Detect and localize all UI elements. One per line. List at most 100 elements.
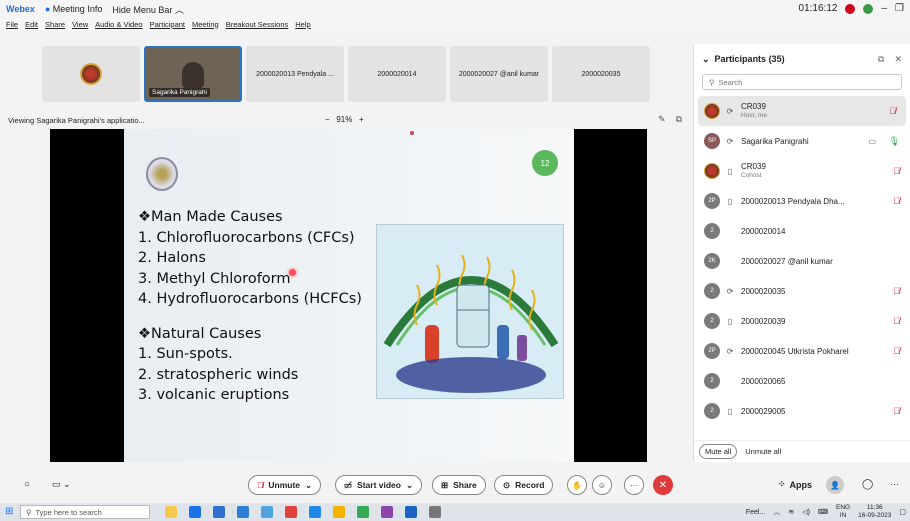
store-icon[interactable] [213, 506, 225, 518]
list-item[interactable]: 2P ▯ 2000020013 Pendyala Dha... 🎙̸ [694, 186, 910, 216]
muted-mic-icon[interactable]: 🎙̸ [893, 346, 900, 356]
participants-toggle-icon[interactable]: 👤 [826, 476, 844, 494]
menu-help[interactable]: Help [295, 20, 310, 29]
popout-panel-icon[interactable]: ⧉ [878, 54, 884, 65]
thumbnail-participant[interactable]: 2000020013 Pendyala ... [246, 46, 344, 102]
share-label: Share [453, 480, 477, 490]
participant-name: Sagarika Panigrahi [741, 136, 809, 146]
meeting-info-button[interactable]: ● Meeting Info [45, 4, 102, 14]
keyboard-icon[interactable]: ⌨ [818, 508, 828, 516]
edge-icon[interactable] [189, 506, 201, 518]
file-explorer-icon[interactable] [165, 506, 177, 518]
popout-icon[interactable]: ⧉ [676, 114, 682, 125]
zoom-control: − 91% + [325, 111, 364, 129]
more-options-icon[interactable]: ··· [624, 475, 644, 495]
title-bar: Webex ● Meeting Info Hide Menu Bar ︿ Fil… [0, 0, 910, 30]
reactions-icon[interactable]: ☺ [592, 475, 612, 495]
weather-feel[interactable]: Feel... [746, 509, 765, 516]
zoom-in-button[interactable]: + [359, 115, 364, 124]
tray-chevron-icon[interactable]: ︿ [773, 507, 780, 517]
thumbnail-participant[interactable]: 2000020027 @anil kumar [450, 46, 548, 102]
list-item[interactable]: 2P ⟳ 2000020045 Utkrista Pokharel 🎙̸ [694, 336, 910, 366]
participant-name: 2000020045 Utkrista Pokharel [741, 346, 849, 356]
webex-taskbar-icon[interactable] [405, 506, 417, 518]
start-video-button[interactable]: ▭̸ Start video ⌄ [335, 475, 423, 495]
list-item[interactable]: 2 ▯ 2000029005 🎙̸ [694, 396, 910, 426]
mic-device-icon: ⟳ [726, 286, 734, 296]
settings-icon[interactable] [429, 506, 441, 518]
menu-participant[interactable]: Participant [150, 20, 185, 29]
menu-file[interactable]: File [6, 20, 18, 29]
list-item[interactable]: 2 2000020065 [694, 366, 910, 396]
chat-icon[interactable]: ◯ [862, 479, 873, 490]
menu-edit[interactable]: Edit [25, 20, 38, 29]
list-item[interactable]: 2 2000020014 [694, 216, 910, 246]
university-emblem-icon [146, 157, 178, 191]
list-item[interactable]: ⟳ CR039 Host, me 🎙̸ [698, 96, 906, 126]
video-camera-icon: ▭ [868, 136, 876, 146]
unmute-all-button[interactable]: Unmute all [745, 447, 781, 456]
thumbnail-participant[interactable]: 2000020035 [552, 46, 650, 102]
language-indicator[interactable]: ENG IN [836, 504, 850, 520]
apps-button[interactable]: ⁘ Apps [778, 479, 812, 490]
menu-share[interactable]: Share [45, 20, 65, 29]
muted-mic-icon[interactable]: 🎙̸ [893, 196, 900, 206]
collapse-chevron-icon[interactable]: ⌄ [702, 54, 710, 65]
opera-icon[interactable] [285, 506, 297, 518]
list-item[interactable]: 2 ▯ 2000020039 🎙̸ [694, 306, 910, 336]
slide-line: 1. Sun-spots. [138, 346, 233, 362]
share-button[interactable]: ⊞ Share [432, 475, 486, 495]
chrome-icon[interactable] [357, 506, 369, 518]
zoom-out-button[interactable]: − [325, 115, 330, 124]
restore-icon[interactable]: ❐ [895, 3, 904, 14]
list-item[interactable]: 2 ⟳ 2000020035 🎙̸ [694, 276, 910, 306]
taskbar-search-input[interactable]: ⚲ Type here to search [20, 505, 150, 519]
list-item[interactable]: ▯ CR039 Cohost 🎙̸ [694, 156, 910, 186]
participant-name: 2000020035 [741, 286, 786, 296]
minimize-icon[interactable]: – [881, 3, 887, 14]
mail-icon[interactable] [237, 506, 249, 518]
hand-raise-icon[interactable]: ✋ [567, 475, 587, 495]
thumbnail-logo[interactable] [42, 46, 140, 102]
wifi-icon[interactable]: ≋ [788, 508, 794, 516]
taskbar-clock[interactable]: 11:36 16-09-2023 [858, 504, 891, 520]
apps-icon: ⁘ [778, 479, 786, 489]
unmuted-mic-icon[interactable]: 🎙 [889, 136, 900, 147]
mute-all-button[interactable]: Mute all [699, 444, 738, 459]
captions-icon[interactable]: ▭ ⌄ [52, 479, 71, 490]
gallery-icon[interactable] [381, 506, 393, 518]
telegram-icon[interactable] [309, 506, 321, 518]
list-item[interactable]: 2K 2000020027 @anil kumar [694, 246, 910, 276]
participant-search-input[interactable]: ⚲ Search [702, 74, 902, 90]
zoom-level[interactable]: 91% [336, 115, 352, 124]
system-tray: Feel... ︿ ≋ ◁) ⌨ ENG IN 11:36 16-09-2023 ▢ [746, 504, 906, 520]
leave-meeting-button[interactable]: ✕ [653, 475, 673, 495]
menu-meeting[interactable]: Meeting [192, 20, 219, 29]
notification-icon[interactable]: ▢ [899, 508, 906, 516]
thumbnail-participant[interactable]: 2000020014 [348, 46, 446, 102]
thumbnail-video[interactable]: Sagarika Panigrahi [144, 46, 242, 102]
annotate-icon[interactable]: ✎ [658, 114, 666, 125]
muted-mic-icon[interactable]: 🎙̸ [893, 316, 900, 326]
layout-icon[interactable]: ○ [24, 479, 30, 490]
list-item[interactable]: SP ⟳ Sagarika Panigrahi ▭ 🎙 [694, 126, 910, 156]
muted-mic-icon[interactable]: 🎙̸ [893, 406, 900, 416]
muted-mic-icon[interactable]: 🎙̸ [893, 166, 900, 176]
muted-mic-icon[interactable]: 🎙̸ [893, 286, 900, 296]
volume-icon[interactable]: ◁) [802, 508, 810, 516]
menu-breakout[interactable]: Breakout Sessions [226, 20, 289, 29]
hide-menu-button[interactable]: Hide Menu Bar ︿ [112, 3, 184, 16]
menu-audio-video[interactable]: Audio & Video [95, 20, 142, 29]
unmute-button[interactable]: 🎙̸ Unmute ⌄ [248, 475, 322, 495]
photos-icon[interactable] [261, 506, 273, 518]
meeting-info-label: Meeting Info [52, 4, 103, 14]
windows-start-icon[interactable]: ⊞ [5, 506, 13, 517]
mic-device-icon: ⟳ [726, 136, 734, 146]
participant-name: 2000020014 [741, 226, 786, 236]
files-icon[interactable] [333, 506, 345, 518]
record-button[interactable]: ⊙ Record [494, 475, 554, 495]
menu-view[interactable]: View [72, 20, 88, 29]
muted-mic-icon[interactable]: 🎙̸ [889, 106, 896, 116]
more-panels-icon[interactable]: ··· [890, 479, 899, 489]
close-panel-icon[interactable]: ✕ [894, 54, 902, 65]
